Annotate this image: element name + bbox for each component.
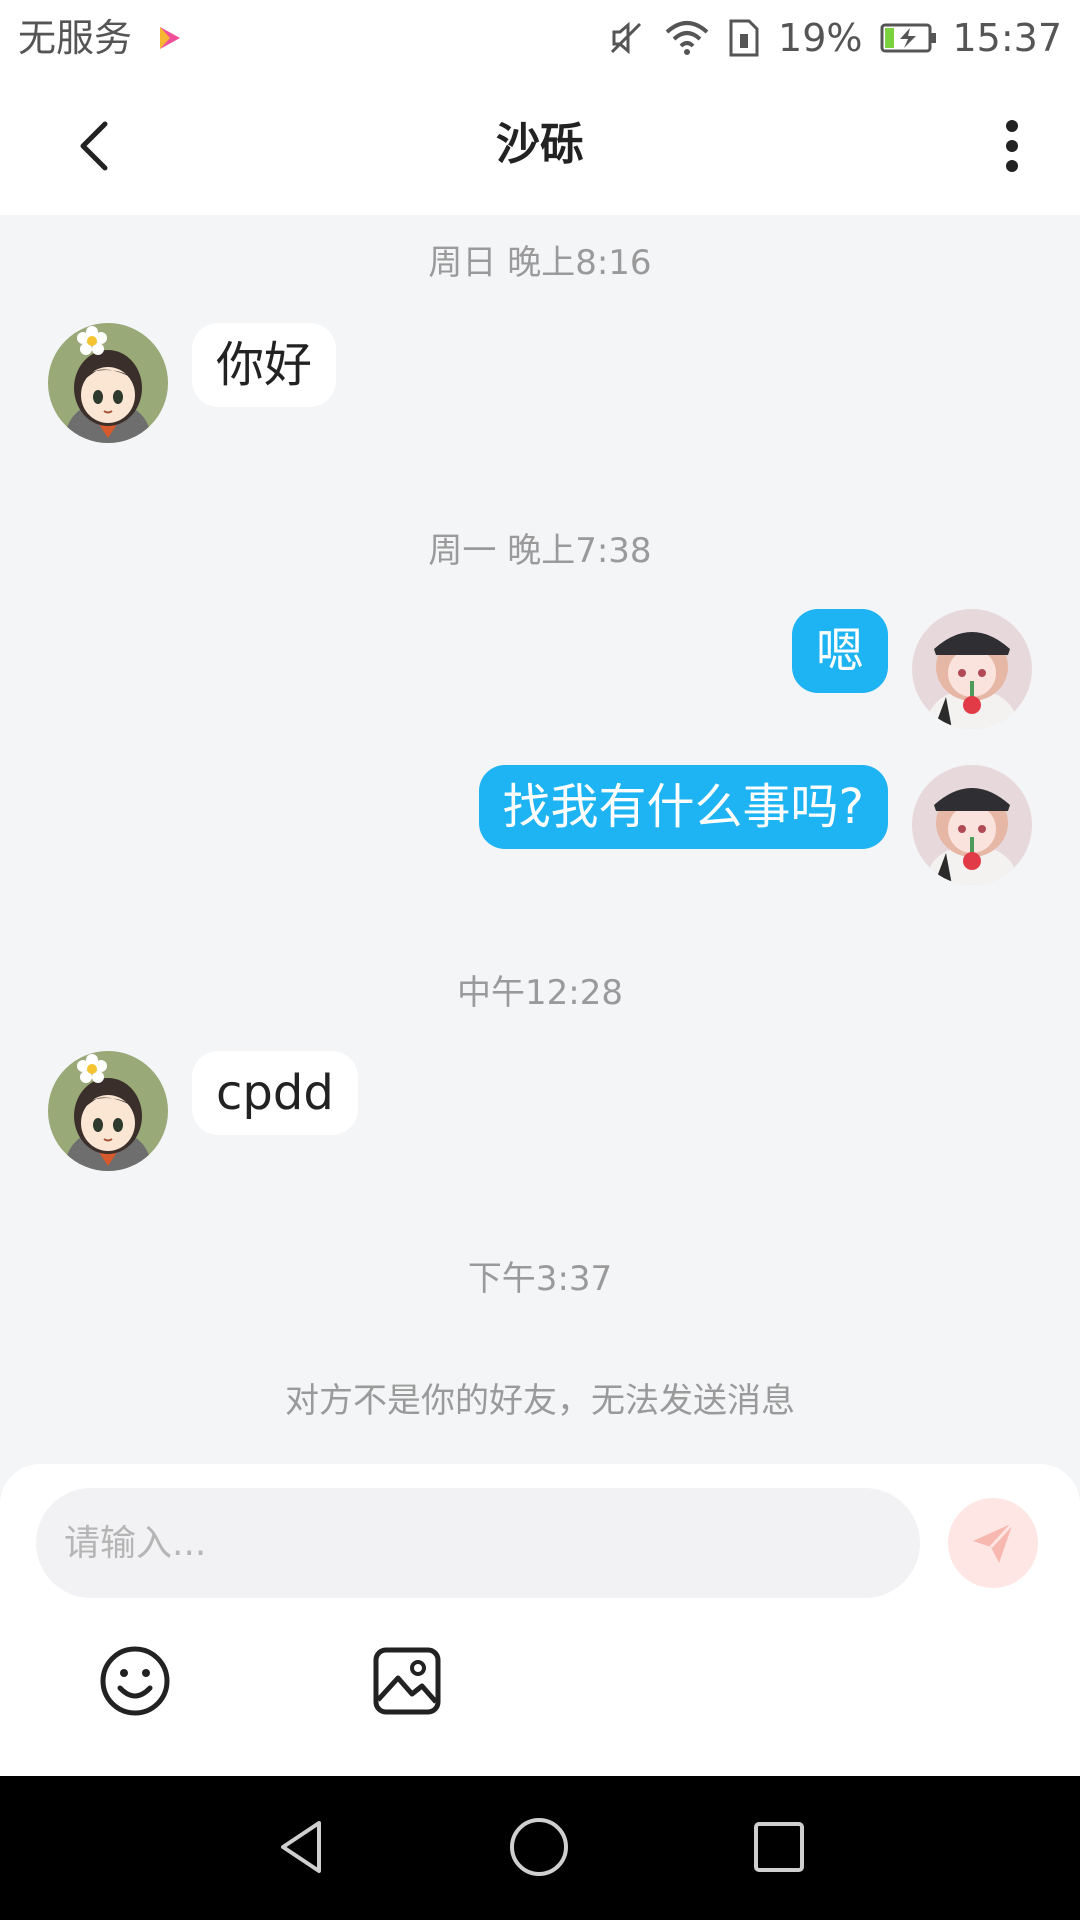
chat-header: 沙砾 <box>0 75 1080 215</box>
send-icon <box>973 1521 1015 1563</box>
mute-icon <box>610 21 642 55</box>
contact-avatar[interactable] <box>48 1051 168 1171</box>
incoming-message-bubble[interactable]: cpdd <box>192 1051 358 1135</box>
square-recents-icon <box>754 1822 804 1872</box>
message-timestamp: 中午12:28 <box>457 973 623 1013</box>
message-timestamp: 下午3:37 <box>467 1259 613 1299</box>
input-panel <box>0 1464 1080 1776</box>
message-timestamp: 周一 晚上7:38 <box>428 531 652 571</box>
send-button[interactable] <box>948 1498 1038 1588</box>
battery-charging-icon <box>880 23 937 53</box>
my-avatar-image <box>912 609 1032 729</box>
battery-percent: 19% <box>778 16 863 60</box>
my-avatar[interactable] <box>912 765 1032 885</box>
message-timestamp: 周日 晚上8:16 <box>428 243 652 283</box>
nav-recents-button[interactable] <box>744 1812 814 1882</box>
more-vertical-icon <box>1006 120 1018 172</box>
image-button[interactable] <box>370 1644 444 1718</box>
image-icon <box>373 1647 441 1715</box>
video-app-icon <box>160 27 181 49</box>
outgoing-message-bubble[interactable]: 嗯 <box>791 609 888 693</box>
message-input[interactable] <box>36 1488 920 1598</box>
outgoing-message-bubble[interactable]: 找我有什么事吗? <box>478 765 888 849</box>
my-avatar[interactable] <box>912 609 1032 729</box>
page-title: 沙砾 <box>496 119 584 170</box>
more-options-button[interactable] <box>984 111 1040 181</box>
emoji-button[interactable] <box>98 1644 172 1718</box>
chat-area[interactable]: 周日 晚上8:16 你好 周一 晚上7:38 嗯 找我有什么事吗? 中午12:2… <box>0 215 1080 1465</box>
contact-avatar-image <box>48 1051 168 1171</box>
nav-home-button[interactable] <box>504 1812 574 1882</box>
clock: 15:37 <box>952 16 1062 60</box>
my-avatar-image <box>912 765 1032 885</box>
contact-avatar-image <box>48 323 168 443</box>
circle-home-icon <box>510 1818 568 1876</box>
sim-icon <box>729 19 759 57</box>
triangle-back-icon <box>281 1821 321 1873</box>
system-nav-bar <box>0 1776 1080 1920</box>
nav-back-button[interactable] <box>266 1812 336 1882</box>
status-bar: 无服务 19% 15:37 <box>0 0 1080 75</box>
emoji-icon <box>100 1646 170 1716</box>
contact-avatar[interactable] <box>48 323 168 443</box>
incoming-message-bubble[interactable]: 你好 <box>192 323 337 407</box>
system-notice: 对方不是你的好友，无法发送消息 <box>285 1381 795 1421</box>
wifi-icon <box>665 21 709 55</box>
carrier-label: 无服务 <box>18 16 133 60</box>
